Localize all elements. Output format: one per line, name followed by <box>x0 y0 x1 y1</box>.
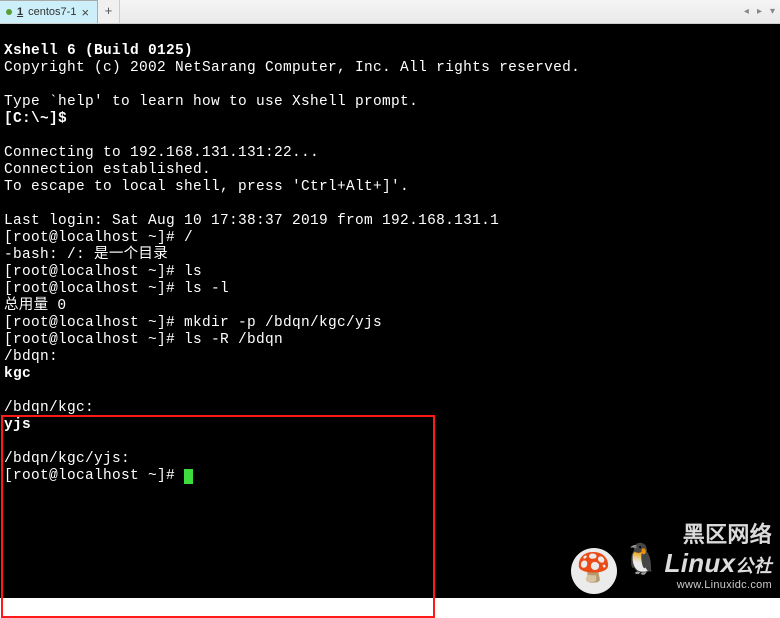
prompt: [root@localhost ~]# <box>4 332 184 348</box>
watermark-url: www.Linuxidc.com <box>677 577 772 594</box>
dir-header: /bdqn/kgc/yjs: <box>4 451 130 467</box>
help-line: Type `help' to learn how to use Xshell p… <box>4 94 418 110</box>
status-dot-icon <box>6 9 12 15</box>
prompt: [root@localhost ~]# <box>4 315 184 331</box>
dir-entry: kgc <box>4 366 31 382</box>
prompt: [root@localhost ~]# <box>4 230 184 246</box>
command: ls <box>184 264 202 280</box>
tab-number: 1 <box>17 6 23 18</box>
terminal-output[interactable]: Xshell 6 (Build 0125) Copyright (c) 2002… <box>0 24 780 598</box>
prompt: [root@localhost ~]# <box>4 468 184 484</box>
watermark-brand: Linux公社 <box>665 550 772 577</box>
penguin-icon: 🐧 <box>623 547 661 577</box>
tab-menu-icon[interactable]: ▾ <box>767 6 778 18</box>
dir-header: /bdqn/kgc: <box>4 400 94 416</box>
dir-header: /bdqn: <box>4 349 58 365</box>
dir-entry: yjs <box>4 417 31 433</box>
total-line: 总用量 0 <box>4 298 66 314</box>
established-line: Connection established. <box>4 162 211 178</box>
banner-line: Xshell 6 (Build 0125) <box>4 43 193 59</box>
command: ls -R /bdqn <box>184 332 283 348</box>
close-icon[interactable]: × <box>81 6 89 19</box>
tab-prev-icon[interactable]: ◂ <box>741 6 752 18</box>
cursor-icon <box>184 469 193 484</box>
last-login-line: Last login: Sat Aug 10 17:38:37 2019 fro… <box>4 213 499 229</box>
tab-nav: ◂ ▸ ▾ <box>741 0 778 23</box>
escape-line: To escape to local shell, press 'Ctrl+Al… <box>4 179 409 195</box>
copyright-line: Copyright (c) 2002 NetSarang Computer, I… <box>4 60 580 76</box>
command: ls -l <box>184 281 229 297</box>
tab-centos7-1[interactable]: 1 centos7-1 × <box>0 0 98 23</box>
tab-title: centos7-1 <box>28 6 76 18</box>
mushroom-icon: 🍄 <box>571 548 617 594</box>
bash-error: -bash: /: 是一个目录 <box>4 247 168 263</box>
command: / <box>184 230 193 246</box>
connecting-line: Connecting to 192.168.131.131:22... <box>4 145 319 161</box>
tab-next-icon[interactable]: ▸ <box>754 6 765 18</box>
tab-bar: 1 centos7-1 × + ◂ ▸ ▾ <box>0 0 780 24</box>
watermark-cn: 黑区网络 <box>683 523 772 547</box>
prompt: [root@localhost ~]# <box>4 281 184 297</box>
local-prompt: [C:\~]$ <box>4 111 76 127</box>
prompt: [root@localhost ~]# <box>4 264 184 280</box>
new-tab-button[interactable]: + <box>98 0 120 23</box>
command: mkdir -p /bdqn/kgc/yjs <box>184 315 382 331</box>
watermark-logo: 🍄 黑区网络 🐧 Linux公社 www.Linuxidc.com <box>571 523 772 594</box>
highlight-rectangle <box>1 415 435 618</box>
